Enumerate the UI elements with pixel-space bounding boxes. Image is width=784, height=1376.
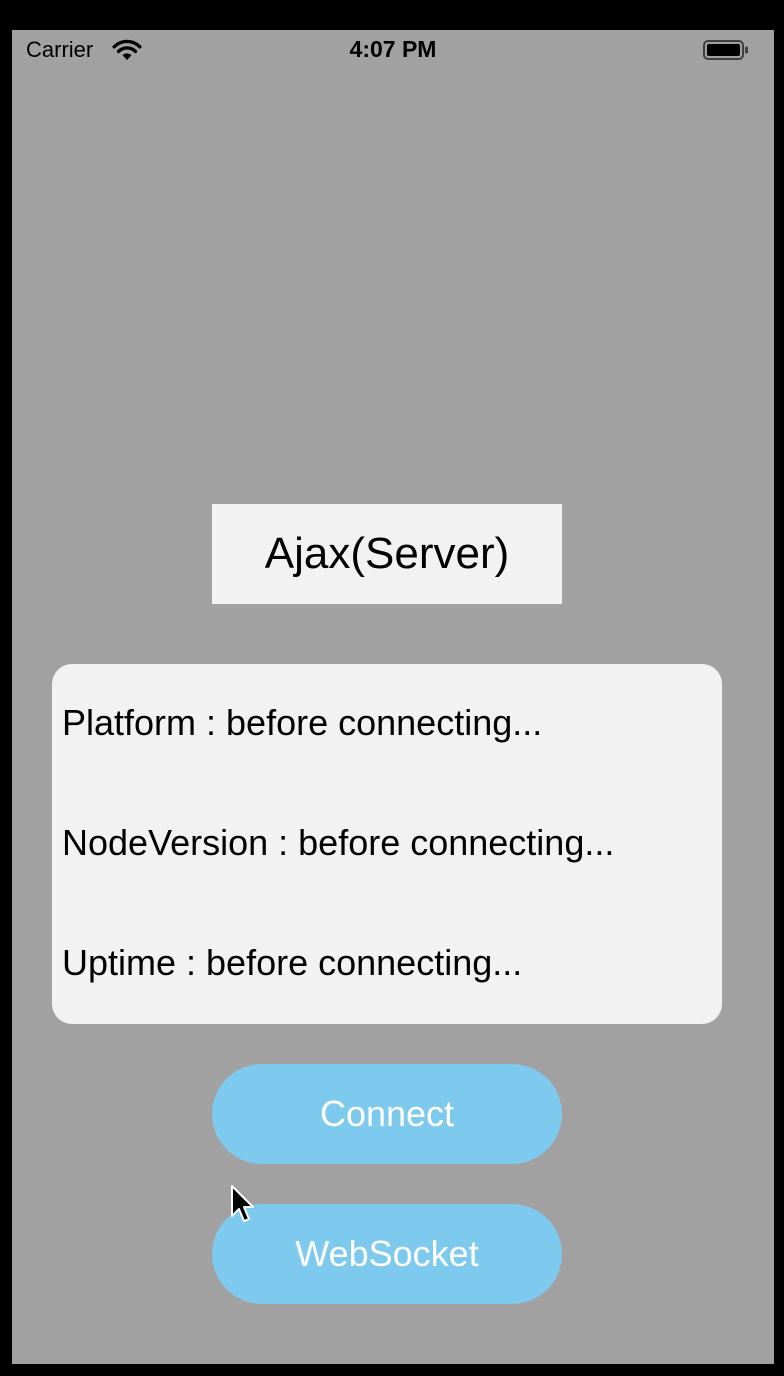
device-frame: Carrier 4:07 PM Ajax(Server) Platform: … <box>0 0 784 1376</box>
status-bar: Carrier 4:07 PM <box>12 30 774 72</box>
node-version-info: NodeVersion : before connecting... <box>62 822 615 863</box>
server-info-panel: Platform : before connecting... NodeVers… <box>52 664 722 1024</box>
page-title: Ajax(Server) <box>264 529 510 578</box>
connect-button[interactable]: Connect <box>212 1064 562 1164</box>
uptime-info: Uptime : before connecting... <box>62 942 523 983</box>
websocket-button[interactable]: WebSocket <box>212 1204 562 1304</box>
platform-info: Platform : before connecting... <box>62 702 543 743</box>
mouse-pointer-icon <box>230 1184 256 1224</box>
battery-icon <box>703 39 749 61</box>
app-screen: Carrier 4:07 PM Ajax(Server) Platform: … <box>12 30 774 1364</box>
page-title-box: Ajax(Server) <box>212 504 562 604</box>
status-time: 4:07 PM <box>349 36 437 62</box>
